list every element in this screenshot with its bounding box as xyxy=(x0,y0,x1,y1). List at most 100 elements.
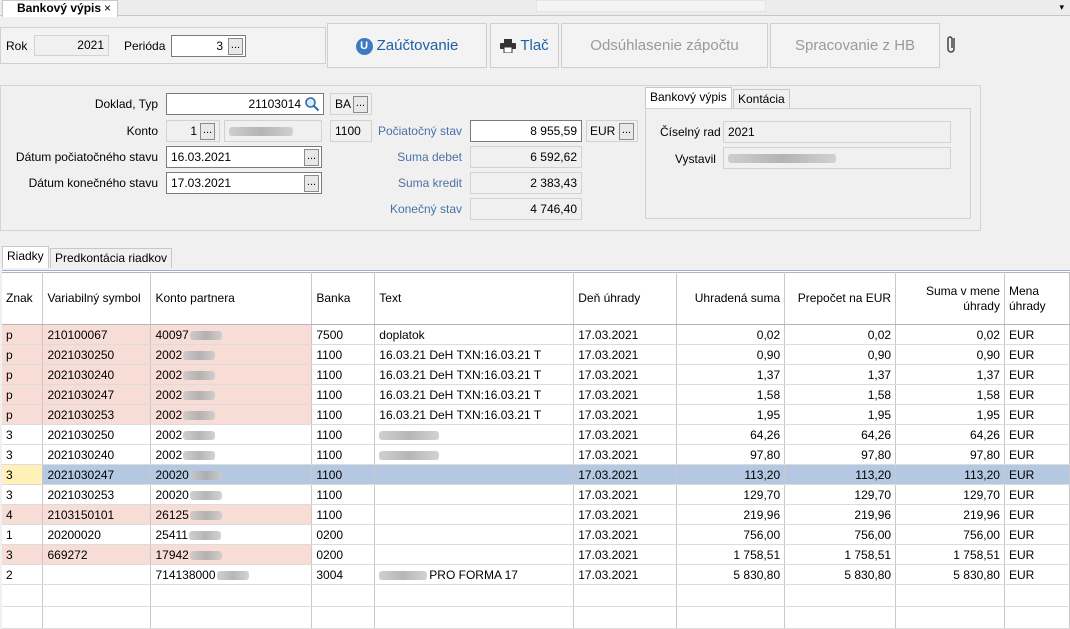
col-prepocet-eur[interactable]: Prepočet na EUR xyxy=(784,272,897,325)
mena-suma-cell: 756,00 xyxy=(895,524,1005,545)
table-row[interactable]: 3 2021030253 20020 1100 17.03.2021 129,70 129,… xyxy=(2,484,1070,505)
mena-cell-text: EUR xyxy=(1008,407,1035,422)
konto-picker-button[interactable]: ... xyxy=(200,123,215,140)
col-konto-partnera[interactable]: Konto partnera xyxy=(150,272,313,325)
table-row[interactable]: 3 2021030240 2002 1100 17.03.2021 97,80 97,80 9… xyxy=(2,444,1070,465)
mena-cell-text: EUR xyxy=(1008,507,1035,522)
empty-cell xyxy=(895,584,1005,607)
zauctovanie-button[interactable]: U Zaúčtovanie xyxy=(327,23,487,68)
tab-kontacia[interactable]: Kontácia xyxy=(733,89,790,109)
suma-cell: 97,80 xyxy=(676,444,786,465)
konto-label: Konto xyxy=(126,124,158,138)
konto-cell-text: 40097 xyxy=(155,327,189,342)
mena-picker-button[interactable]: ... xyxy=(619,123,634,140)
empty-row[interactable] xyxy=(2,584,1070,607)
datum-poc-field[interactable]: 16.03.2021 xyxy=(166,146,322,168)
banka-cell-text: 1100 xyxy=(316,367,343,382)
vs-cell: 210100067 xyxy=(42,324,152,345)
mena-cell-text: EUR xyxy=(1008,447,1035,462)
table-row[interactable]: 3 2021030247 20020 1100 17.03.2021 113,20 113,… xyxy=(2,464,1070,485)
konto-cell: 17942 xyxy=(150,544,313,565)
table-row[interactable]: p 2021030250 2002 1100 16.03.21 DeН TXN:16.0… xyxy=(2,344,1070,365)
table-row[interactable]: p 2021030253 2002 1100 16.03.21 DeН TXN:16.0… xyxy=(2,404,1070,425)
vs-cell: 2021030250 xyxy=(42,424,152,445)
suma-cell-text: 1,37 xyxy=(756,367,781,382)
col-variabilny-symbol[interactable]: Variabilný symbol xyxy=(42,272,152,325)
banka-cell: 1100 xyxy=(311,424,376,445)
datum-kon-field[interactable]: 17.03.2021 xyxy=(166,172,322,194)
col-suma-v-mene[interactable]: Suma v mene úhrady xyxy=(895,272,1005,325)
mena-cell: EUR xyxy=(1004,484,1070,505)
search-strip[interactable] xyxy=(536,0,766,12)
znak-cell-text: 4 xyxy=(6,507,13,522)
mena-cell: EUR xyxy=(1004,464,1070,485)
table-row[interactable]: p 210100067 40097 7500 doplatok 17.03.2021 0,0… xyxy=(2,324,1070,345)
eur-cell: 756,00 xyxy=(784,524,897,545)
document-tab-bar xyxy=(0,0,1070,16)
eur-cell-text: 1,95 xyxy=(867,407,892,422)
col-text[interactable]: Text xyxy=(374,272,575,325)
col-uhradena-suma[interactable]: Uhradená suma xyxy=(676,272,786,325)
col-mena-uhrady[interactable]: Mena úhrady xyxy=(1004,272,1070,325)
suma-cell: 219,96 xyxy=(676,504,786,525)
mena-cell: EUR xyxy=(1004,424,1070,445)
suma-cell: 1 758,51 xyxy=(676,544,786,565)
tab-bankovy-vypis[interactable]: Bankový výpis × xyxy=(2,0,118,17)
suma-cell-text: 5 830,80 xyxy=(733,567,781,582)
typ-picker-button[interactable]: ... xyxy=(353,96,368,113)
znak-cell-text: 3 xyxy=(6,467,13,482)
den-cell-text: 17.03.2021 xyxy=(578,347,639,362)
banka-cell-text: 3004 xyxy=(316,567,344,582)
empty-cell xyxy=(2,584,44,607)
table-row[interactable]: 3 669272 17942 0200 17.03.2021 1 758,51 1 758,… xyxy=(2,544,1070,565)
eur-cell: 113,20 xyxy=(784,464,897,485)
tab-predkontacia[interactable]: Predkontácia riadkov xyxy=(50,248,173,268)
poc-stav-field[interactable]: 8 955,59 xyxy=(470,120,582,142)
vs-cell xyxy=(42,564,152,585)
vs-cell: 20200020 xyxy=(42,524,152,545)
suma-cell: 0,90 xyxy=(676,344,786,365)
close-icon[interactable]: × xyxy=(104,1,111,16)
konto-cell: 2002 xyxy=(150,444,313,465)
datum-kon-picker-button[interactable]: ... xyxy=(304,175,319,192)
rok-field[interactable]: 2021 xyxy=(34,35,109,56)
vs-cell-text: 2021030247 xyxy=(47,467,115,482)
col-banka[interactable]: Banka xyxy=(311,272,376,325)
table-row[interactable]: 3 2021030250 2002 1100 17.03.2021 64,26 64,26 6… xyxy=(2,424,1070,445)
doklad-field[interactable]: 21103014 xyxy=(166,93,324,115)
vs-cell-text: 2021030250 xyxy=(47,427,115,442)
empty-cell xyxy=(1004,606,1070,629)
tlac-button[interactable]: Tlač xyxy=(490,23,559,68)
attachment-icon[interactable] xyxy=(944,34,960,56)
eur-cell-text: 5 830,80 xyxy=(844,567,892,582)
text-cell: doplatok xyxy=(374,324,575,345)
tab-title: Bankový výpis xyxy=(17,1,102,15)
col-znak[interactable]: Znak xyxy=(2,272,44,325)
empty-row[interactable] xyxy=(2,606,1070,629)
konto-cell-text: 2002 xyxy=(155,447,183,462)
tab-riadky[interactable]: Riadky xyxy=(2,246,49,268)
znak-cell: p xyxy=(2,344,44,365)
odsuhlasenie-button[interactable]: Odsúhlasenie zápočtu xyxy=(561,23,768,68)
table-row[interactable]: 1 20200020 25411 0200 17.03.2021 756,00 756,00… xyxy=(2,524,1070,545)
mena-cell: EUR xyxy=(1004,544,1070,565)
chevron-down-icon[interactable]: ▾ xyxy=(1059,0,1064,14)
perioda-label: Perióda xyxy=(124,39,166,53)
spracovanie-hb-button[interactable]: Spracovanie z HB xyxy=(770,23,940,68)
perioda-picker-button[interactable]: ... xyxy=(228,38,243,55)
den-cell: 17.03.2021 xyxy=(573,564,678,585)
table-row[interactable]: p 2021030247 2002 1100 16.03.21 DeН TXN:16.0… xyxy=(2,384,1070,405)
table-row[interactable]: 4 2103150101 26125 1100 17.03.2021 219,96 219,… xyxy=(2,504,1070,525)
mena-cell-text: EUR xyxy=(1008,427,1035,442)
eur-cell: 129,70 xyxy=(784,484,897,505)
search-icon[interactable] xyxy=(304,96,320,112)
tab-bankovy-vypis-detail[interactable]: Bankový výpis xyxy=(645,87,732,109)
table-row[interactable]: p 2021030240 2002 1100 16.03.21 DeН TXN:16.0… xyxy=(2,364,1070,385)
datum-poc-picker-button[interactable]: ... xyxy=(304,149,319,166)
table-row[interactable]: 2 714138000 3004 PRO FORMA 17 17.03.2021 5 83… xyxy=(2,564,1070,585)
col-den-uhrady[interactable]: Deň úhrady xyxy=(573,272,678,325)
mena-suma-cell-text: 0,02 xyxy=(976,327,1000,342)
rok-label: Rok xyxy=(6,39,28,53)
konto-cell-text: 2002 xyxy=(155,347,183,362)
banka-cell: 1100 xyxy=(311,404,376,425)
